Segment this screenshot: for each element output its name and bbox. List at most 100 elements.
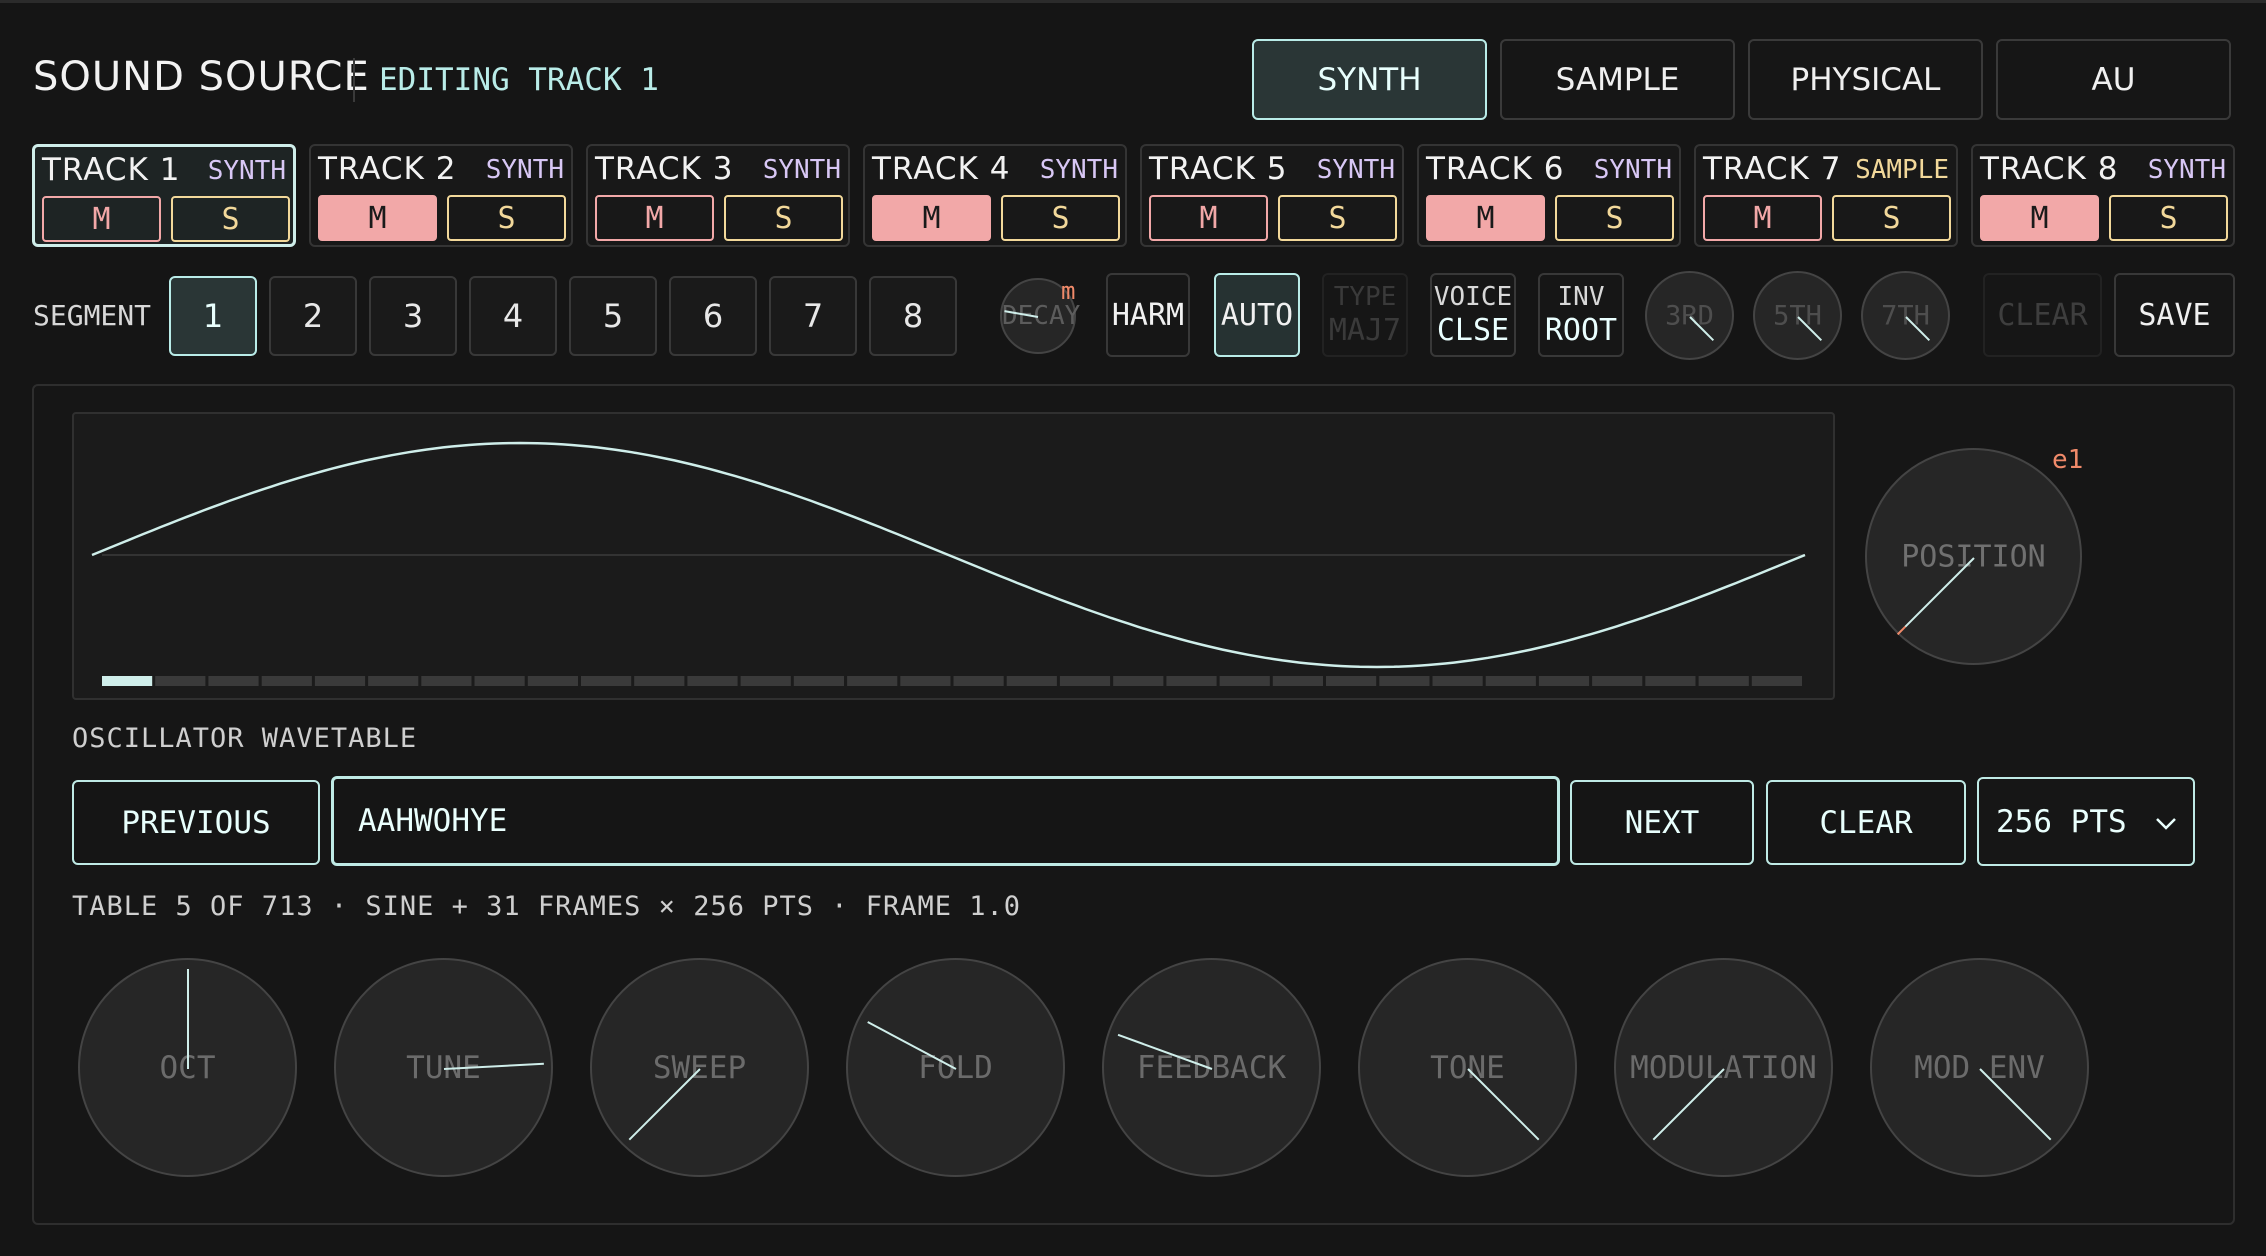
sweep-label: SWEEP (652, 1049, 747, 1086)
wavetable-label: OSCILLATOR WAVETABLE (72, 723, 418, 754)
frame-cell[interactable] (155, 676, 206, 686)
auto-button[interactable]: AUTO (1214, 273, 1300, 357)
solo-button[interactable]: S (447, 195, 566, 241)
frame-cell[interactable] (687, 676, 738, 686)
mute-button[interactable]: M (1426, 195, 1545, 241)
solo-button[interactable]: S (1832, 195, 1951, 241)
segment-label: SEGMENT (33, 299, 152, 332)
frame-cell[interactable] (1113, 676, 1164, 686)
mod-env-knob[interactable]: MOD ENV (1870, 958, 2089, 1177)
previous-button[interactable]: PREVIOUS (72, 780, 320, 865)
chord-type-button[interactable]: TYPE MAJ7 (1322, 273, 1408, 357)
mute-button[interactable]: M (595, 195, 714, 241)
mute-button[interactable]: M (872, 195, 991, 241)
fifth-knob[interactable]: 5TH (1753, 271, 1842, 360)
solo-button[interactable]: S (1001, 195, 1120, 241)
position-knob[interactable]: POSITION (1865, 448, 2082, 665)
harm-button[interactable]: HARM (1106, 273, 1190, 357)
segment-button-3[interactable]: 3 (369, 276, 457, 356)
frame-cell[interactable] (1751, 676, 1802, 686)
track-card-6[interactable]: TRACK 6 SYNTH M S (1417, 144, 1681, 247)
frame-cell[interactable] (793, 676, 844, 686)
track-type: SYNTH (1316, 155, 1395, 185)
third-knob[interactable]: 3RD (1645, 271, 1734, 360)
frame-cell[interactable] (1059, 676, 1111, 686)
frame-cell[interactable] (474, 676, 525, 686)
frame-cell[interactable] (740, 676, 791, 686)
frame-cell[interactable] (634, 676, 685, 686)
wavetable-display[interactable] (72, 412, 1835, 700)
solo-button[interactable]: S (171, 196, 290, 242)
wavetable-clear-button[interactable]: CLEAR (1766, 780, 1966, 865)
mute-button[interactable]: M (1703, 195, 1822, 241)
feedback-knob[interactable]: FEEDBACK (1102, 958, 1321, 1177)
frame-cell[interactable] (1698, 676, 1749, 686)
segment-button-2[interactable]: 2 (269, 276, 357, 356)
frame-cell[interactable] (1538, 676, 1590, 686)
tab-synth[interactable]: SYNTH (1252, 39, 1487, 120)
tune-knob[interactable]: TUNE (334, 958, 553, 1177)
frame-cell[interactable] (1166, 676, 1217, 686)
frame-cell[interactable] (1379, 676, 1430, 686)
track-card-1[interactable]: TRACK 1 SYNTH M S (32, 144, 296, 247)
track-card-2[interactable]: TRACK 2 SYNTH M S (309, 144, 573, 247)
frame-cell[interactable] (1006, 676, 1057, 686)
inversion-button[interactable]: INV ROOT (1538, 273, 1624, 357)
mute-button[interactable]: M (1149, 195, 1268, 241)
segment-button-7[interactable]: 7 (769, 276, 857, 356)
frame-cell[interactable] (847, 676, 898, 686)
frame-cell[interactable] (1645, 676, 1696, 686)
frame-cell[interactable] (314, 676, 366, 686)
frame-cell[interactable] (1592, 676, 1643, 686)
mute-button[interactable]: M (42, 196, 161, 242)
fold-knob[interactable]: FOLD (846, 958, 1065, 1177)
track-card-8[interactable]: TRACK 8 SYNTH M S (1971, 144, 2235, 247)
segment-button-6[interactable]: 6 (669, 276, 757, 356)
frame-cell[interactable] (1326, 676, 1377, 686)
tab-au[interactable]: AU (1996, 39, 2231, 120)
wavetable-name-field[interactable]: AAHWOHYE (331, 776, 1560, 866)
next-button[interactable]: NEXT (1570, 780, 1754, 865)
oct-knob[interactable]: OCT (78, 958, 297, 1177)
track-card-3[interactable]: TRACK 3 SYNTH M S (586, 144, 850, 247)
frame-cell[interactable] (953, 676, 1004, 686)
track-card-4[interactable]: TRACK 4 SYNTH M S (863, 144, 1127, 247)
mute-button[interactable]: M (318, 195, 437, 241)
modulation-knob[interactable]: MODULATION (1614, 958, 1833, 1177)
track-card-5[interactable]: TRACK 5 SYNTH M S (1140, 144, 1404, 247)
frame-cell[interactable] (1485, 676, 1536, 686)
voicing-button[interactable]: VOICE CLSE (1430, 273, 1516, 357)
seventh-knob[interactable]: 7TH (1861, 271, 1950, 360)
solo-button[interactable]: S (2109, 195, 2228, 241)
modulation-label: MODULATION (1630, 1049, 1817, 1086)
save-button[interactable]: SAVE (2114, 273, 2235, 357)
chord-clear-button[interactable]: CLEAR (1983, 273, 2102, 357)
frame-cell[interactable] (208, 676, 259, 686)
mod-env-label: MOD ENV (1914, 1049, 2045, 1086)
tone-knob[interactable]: TONE (1358, 958, 1577, 1177)
resolution-select[interactable]: 256 PTS (1977, 777, 2195, 866)
frame-cell[interactable] (261, 676, 312, 686)
frame-cell[interactable] (1272, 676, 1323, 686)
frame-cell[interactable] (900, 676, 951, 686)
track-type: SYNTH (762, 155, 841, 185)
frame-cell[interactable] (368, 676, 419, 686)
tab-sample[interactable]: SAMPLE (1500, 39, 1735, 120)
frame-cell[interactable] (102, 676, 153, 686)
frame-cell[interactable] (1219, 676, 1270, 686)
solo-button[interactable]: S (724, 195, 843, 241)
mute-button[interactable]: M (1980, 195, 2099, 241)
frame-cell[interactable] (421, 676, 472, 686)
segment-button-4[interactable]: 4 (469, 276, 557, 356)
track-card-7[interactable]: TRACK 7 SAMPLE M S (1694, 144, 1958, 247)
segment-button-8[interactable]: 8 (869, 276, 957, 356)
frame-cell[interactable] (527, 676, 578, 686)
sweep-knob[interactable]: SWEEP (590, 958, 809, 1177)
solo-button[interactable]: S (1555, 195, 1674, 241)
tab-physical[interactable]: PHYSICAL (1748, 39, 1983, 120)
frame-cell[interactable] (1432, 676, 1483, 686)
segment-button-1[interactable]: 1 (169, 276, 257, 356)
frame-cell[interactable] (581, 676, 632, 686)
solo-button[interactable]: S (1278, 195, 1397, 241)
segment-button-5[interactable]: 5 (569, 276, 657, 356)
